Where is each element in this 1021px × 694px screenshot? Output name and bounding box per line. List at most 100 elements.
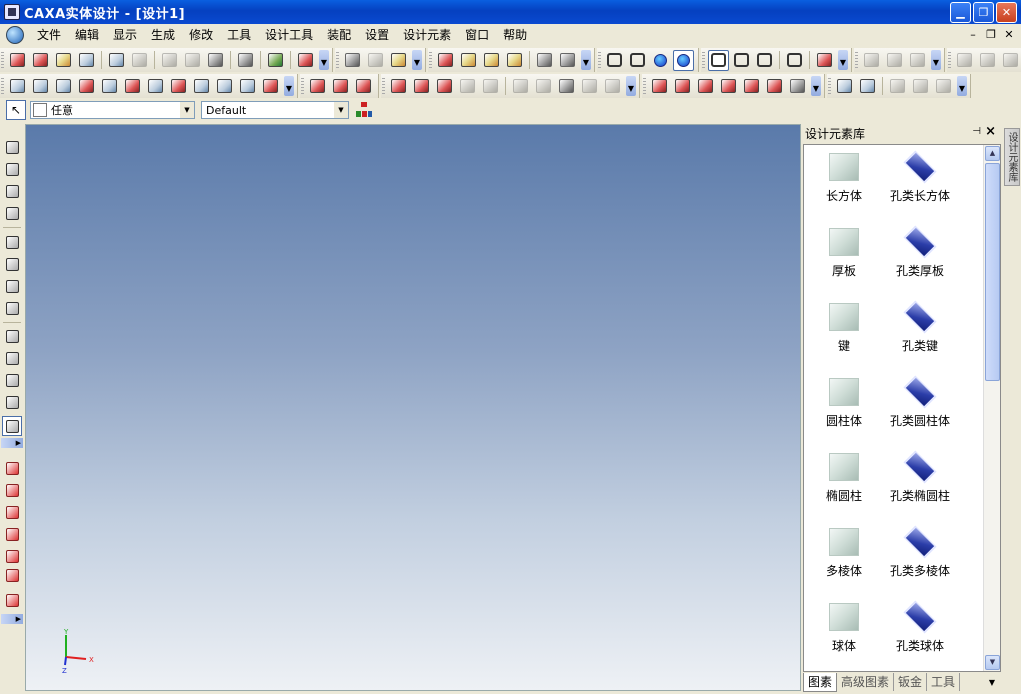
cut-icon[interactable] — [260, 76, 281, 97]
trim-icon[interactable] — [579, 76, 600, 97]
print-icon[interactable] — [205, 50, 226, 71]
pan-move-icon[interactable] — [2, 137, 22, 157]
frame-2-icon[interactable] — [977, 50, 998, 71]
new-doc-icon[interactable] — [7, 50, 28, 71]
scroll-thumb[interactable] — [985, 163, 1000, 381]
spell-icon[interactable] — [235, 50, 256, 71]
point-icon[interactable] — [695, 76, 716, 97]
sweep-icon[interactable] — [481, 50, 502, 71]
menu-settings[interactable]: 设置 — [358, 24, 396, 46]
book-icon[interactable] — [814, 50, 835, 71]
point-view-icon[interactable] — [2, 326, 22, 346]
chamfer-icon[interactable] — [53, 76, 74, 97]
screen-icon[interactable] — [784, 50, 805, 71]
blend-4-icon[interactable] — [510, 76, 531, 97]
measure-icon[interactable] — [602, 76, 623, 97]
surface-2-icon[interactable] — [330, 76, 351, 97]
select-pointer-icon[interactable]: ↖ — [6, 100, 26, 120]
toolbar-overflow-chevron-icon[interactable]: ▼ — [811, 76, 821, 96]
tab-sheet-metal[interactable]: 钣金 — [894, 673, 928, 691]
camera-icon[interactable] — [2, 348, 22, 368]
panel-close-icon[interactable]: × — [985, 124, 996, 139]
menu-display[interactable]: 显示 — [106, 24, 144, 46]
toolbar-overflow-chevron-icon[interactable]: ▼ — [284, 76, 294, 96]
section-icon[interactable] — [557, 50, 578, 71]
paste-icon[interactable] — [182, 50, 203, 71]
shell-icon[interactable] — [76, 76, 97, 97]
cube-icon[interactable] — [672, 76, 693, 97]
part-icon[interactable] — [388, 50, 409, 71]
scroll-up-icon[interactable]: ▲ — [985, 146, 1000, 161]
catalog-item[interactable]: 孔类球体 — [880, 599, 960, 671]
dropper-icon[interactable] — [857, 76, 878, 97]
menu-edit[interactable]: 编辑 — [68, 24, 106, 46]
open-icon[interactable] — [53, 50, 74, 71]
toolbar-overflow-chevron-icon[interactable]: ▼ — [931, 50, 941, 70]
curve-icon[interactable] — [122, 76, 143, 97]
design-viewport[interactable]: Y X Z — [25, 124, 801, 691]
dimension-icon[interactable] — [2, 590, 22, 610]
tab-advanced-primitives[interactable]: 高级图素 — [837, 673, 895, 691]
sphere-shaded-icon[interactable] — [673, 49, 694, 71]
catalog-item[interactable]: 椭圆柱 — [804, 449, 884, 521]
pen-icon[interactable] — [834, 76, 855, 97]
catalog-item[interactable]: 孔类圆柱体 — [880, 374, 960, 446]
blend-3-icon[interactable] — [480, 76, 501, 97]
catalog-item[interactable]: 孔类厚板 — [880, 224, 960, 296]
minimize-button[interactable]: ▁ — [950, 2, 971, 23]
blend-2-icon[interactable] — [457, 76, 478, 97]
blend-icon[interactable] — [434, 76, 455, 97]
toolbar-overflow-chevron-icon[interactable]: ▼ — [319, 50, 329, 70]
side-tab-design-library[interactable]: 设计元素库 — [1004, 128, 1020, 186]
menu-modify[interactable]: 修改 — [182, 24, 220, 46]
face-icon[interactable] — [168, 76, 189, 97]
catalog-item[interactable]: 厚板 — [804, 224, 884, 296]
restore-button[interactable]: ❐ — [973, 2, 994, 23]
plane-icon[interactable] — [764, 76, 785, 97]
catalog-item[interactable]: 球体 — [804, 599, 884, 671]
pattern-icon[interactable] — [237, 76, 258, 97]
walk-icon[interactable] — [2, 203, 22, 223]
redo-icon[interactable] — [129, 50, 150, 71]
close-button[interactable]: ✕ — [996, 2, 1017, 23]
light-icon[interactable] — [887, 76, 908, 97]
globe-2-icon[interactable] — [884, 50, 905, 71]
draft-icon[interactable] — [99, 76, 120, 97]
help-icon[interactable] — [295, 50, 316, 71]
mdi-restore-button[interactable]: ❐ — [985, 28, 997, 41]
menu-design-tools[interactable]: 设计工具 — [258, 24, 320, 46]
render-icon[interactable] — [265, 50, 286, 71]
menu-generate[interactable]: 生成 — [144, 24, 182, 46]
box-view-icon[interactable] — [604, 50, 625, 71]
toolbar-overflow-chevron-icon[interactable]: ▼ — [957, 76, 967, 96]
axis-icon[interactable] — [741, 76, 762, 97]
surface-4-icon[interactable] — [388, 76, 409, 97]
chevron-down-icon[interactable]: ▼ — [334, 102, 348, 118]
catalog-item[interactable]: 圆柱体 — [804, 374, 884, 446]
ruler-icon[interactable] — [2, 546, 22, 566]
paint-icon[interactable] — [2, 416, 22, 436]
snap-icon[interactable] — [787, 76, 808, 97]
mdi-close-button[interactable]: ✕ — [1003, 28, 1015, 41]
text-icon[interactable] — [534, 50, 555, 71]
light-3-icon[interactable] — [933, 76, 954, 97]
edge-icon[interactable] — [7, 76, 28, 97]
selection-filter-combo[interactable]: 任意 ▼ — [30, 101, 195, 119]
undo-icon[interactable] — [106, 50, 127, 71]
tab-primitives[interactable]: 图素 — [803, 672, 838, 692]
menu-design-elements[interactable]: 设计元素 — [396, 24, 458, 46]
wire-view-icon[interactable] — [627, 50, 648, 71]
mirror-icon[interactable] — [214, 76, 235, 97]
document-globe-icon[interactable] — [6, 26, 24, 44]
zoom-window-icon[interactable] — [2, 254, 22, 274]
blend-5-icon[interactable] — [533, 76, 554, 97]
sphere-icon[interactable] — [650, 50, 671, 71]
save-icon[interactable] — [76, 50, 97, 71]
frame-icon[interactable] — [954, 50, 975, 71]
anchor-icon[interactable] — [2, 524, 22, 544]
menu-assembly[interactable]: 装配 — [320, 24, 358, 46]
bounding-box-icon[interactable] — [2, 502, 22, 522]
globe-icon[interactable] — [861, 50, 882, 71]
fillet-icon[interactable] — [30, 76, 51, 97]
zoom-icon[interactable] — [2, 232, 22, 252]
